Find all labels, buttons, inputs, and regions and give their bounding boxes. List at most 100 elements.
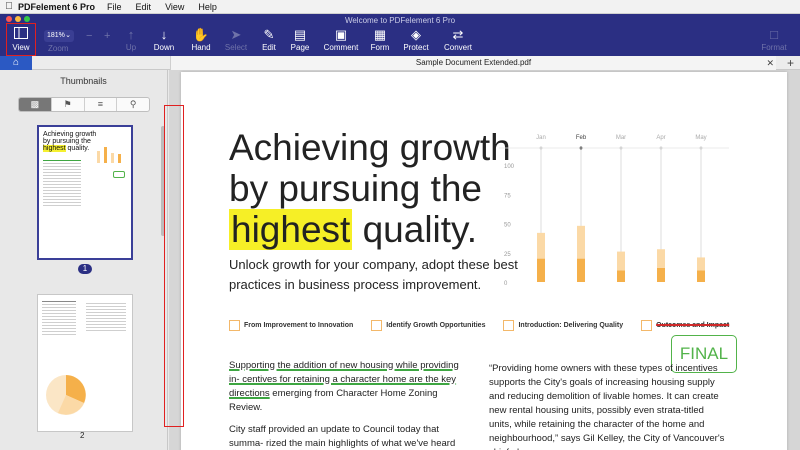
form-icon: ▦ <box>373 27 387 42</box>
thumbnail-text-lines <box>43 160 127 206</box>
down-label: Down <box>153 43 175 52</box>
toolbar: Welcome to PDFelement 6 Pro View 181% ⌄ … <box>0 14 800 56</box>
close-tab-icon[interactable]: ✕ <box>766 56 774 70</box>
home-button[interactable]: ⌂ <box>0 56 32 70</box>
bar-series-2 <box>617 251 625 271</box>
thumbnail-2-column <box>86 301 126 331</box>
menu-file[interactable]: File <box>107 2 122 12</box>
highlight-annotation-box <box>164 105 184 427</box>
bar-chart: 0 25 50 75 100 Jan Feb Mar Apr May <box>499 127 739 297</box>
chevron-down-icon: ⌄ <box>65 32 71 39</box>
body-column-left: Supporting the addition of new housing w… <box>229 359 471 450</box>
headline-highlight: highest <box>229 209 353 250</box>
tag-growth: Identify Growth Opportunities <box>371 320 485 331</box>
thumbnail-stamp <box>113 171 125 178</box>
chart-svg: 0255075100Jan Feb Mar Apr May <box>499 135 729 287</box>
tag-label: Introduction: Delivering Quality <box>518 322 624 329</box>
page-label: Page <box>290 43 310 52</box>
cursor-icon: ➤ <box>230 27 242 42</box>
tag-outcomes: Outcomes and Impact <box>641 320 729 331</box>
menu-bar:  PDFelement 6 Pro File Edit View Help <box>0 0 800 14</box>
menu-edit[interactable]: Edit <box>136 2 152 12</box>
up-label: Up <box>125 43 137 52</box>
select-label: Select <box>224 43 248 52</box>
tab-outline[interactable]: ≡ <box>85 98 118 111</box>
protect-button[interactable]: ◈ Protect <box>398 27 434 52</box>
hand-icon: ✋ <box>192 27 210 42</box>
x-tick-label: Jan <box>536 135 546 141</box>
menu-help[interactable]: Help <box>198 2 217 12</box>
convert-icon: ⇄ <box>452 27 464 42</box>
arrow-up-icon: ↑ <box>127 27 135 42</box>
tab-bar: ⌂ Sample Document Extended.pdf ✕ + <box>0 56 800 70</box>
tag-label: Identify Growth Opportunities <box>386 322 486 329</box>
thumbnail-highlight: highest <box>43 145 66 152</box>
tag-label: From Improvement to Innovation <box>244 322 354 329</box>
tag-improvement: From Improvement to Innovation <box>229 320 353 331</box>
down-button[interactable]: ↓ Down <box>146 27 182 52</box>
page-button[interactable]: ▤ Page <box>282 27 318 52</box>
page-icon: ▩ <box>30 99 40 109</box>
view-label: View <box>12 43 30 52</box>
list-icon: ≡ <box>97 99 103 109</box>
thumbnail-pie-chart <box>46 375 86 415</box>
paragraph-2: City staff provided an update to Council… <box>229 424 456 449</box>
zoom-select[interactable]: 181% ⌄ <box>44 30 74 42</box>
hand-label: Hand <box>191 43 211 52</box>
headline-end: quality. <box>362 209 478 250</box>
bar-series-1 <box>617 270 625 282</box>
bar-series-2 <box>537 232 545 259</box>
select-button[interactable]: ➤ Select <box>218 27 254 52</box>
arrow-down-icon: ↓ <box>160 27 168 42</box>
form-button[interactable]: ▦ Form <box>362 27 398 52</box>
tag-icon <box>641 320 653 331</box>
search-icon: ⚲ <box>129 99 137 109</box>
x-tick-label: Feb <box>576 135 587 141</box>
zoom-label: Zoom <box>48 44 69 53</box>
view-button[interactable]: View <box>6 23 36 56</box>
page-thumbnail-2[interactable] <box>37 294 133 432</box>
bar-series-1 <box>537 258 545 282</box>
tab-document[interactable]: Sample Document Extended.pdf <box>170 56 776 70</box>
headline-line-3: highest quality. <box>229 209 511 250</box>
form-label: Form <box>370 43 390 52</box>
bookmark-icon: ⚑ <box>63 99 72 109</box>
tab-thumbnails[interactable]: ▩ <box>19 98 52 111</box>
bar-series-1 <box>577 258 585 282</box>
tab-bookmarks[interactable]: ⚑ <box>52 98 85 111</box>
tag-label: Outcomes and Impact <box>656 322 730 329</box>
x-tick-label: Mar <box>616 135 626 141</box>
bar-series-2 <box>577 225 585 259</box>
bar-series-2 <box>657 249 665 268</box>
convert-label: Convert <box>443 43 472 52</box>
bar-series-1 <box>657 267 665 282</box>
x-tick-label: May <box>695 135 706 141</box>
menu-app-name[interactable]: PDFelement 6 Pro <box>18 2 95 12</box>
format-button[interactable]: □ Format <box>756 27 792 52</box>
thumbnail-chart <box>97 147 121 163</box>
sidebar-title: Thumbnails <box>60 76 107 86</box>
y-tick-label: 100 <box>504 164 515 170</box>
y-tick-label: 50 <box>504 223 511 229</box>
tag-icon <box>503 320 515 331</box>
home-icon: ⌂ <box>12 57 20 68</box>
y-tick-label: 75 <box>504 193 511 199</box>
section-tags: From Improvement to Innovation Identify … <box>229 320 747 331</box>
zoom-out-button[interactable]: − <box>86 30 92 42</box>
page-thumbnail-1[interactable]: Achieving growth by pursuing the highest… <box>37 125 133 260</box>
comment-button[interactable]: ▣ Comment <box>321 27 361 52</box>
up-button[interactable]: ↑ Up <box>113 27 149 52</box>
hand-button[interactable]: ✋ Hand <box>183 27 219 52</box>
menu-view[interactable]: View <box>165 2 184 12</box>
sidebar-panel-icon <box>7 27 35 43</box>
convert-button[interactable]: ⇄ Convert <box>438 27 478 52</box>
headline-line-1: Achieving growth <box>229 127 511 168</box>
thumbnails-sidebar: Thumbnails ▩ ⚑ ≡ ⚲ Achieving growth by p… <box>0 70 168 450</box>
new-tab-button[interactable]: + <box>787 56 794 70</box>
tab-search[interactable]: ⚲ <box>117 98 149 111</box>
apple-menu-icon[interactable]:  <box>0 1 18 12</box>
zoom-in-button[interactable]: + <box>104 30 110 42</box>
x-tick-label: Apr <box>656 135 665 141</box>
document-page: Achieving growth by pursuing the highest… <box>181 72 787 450</box>
lead-paragraph: Unlock growth for your company, adopt th… <box>229 257 518 292</box>
